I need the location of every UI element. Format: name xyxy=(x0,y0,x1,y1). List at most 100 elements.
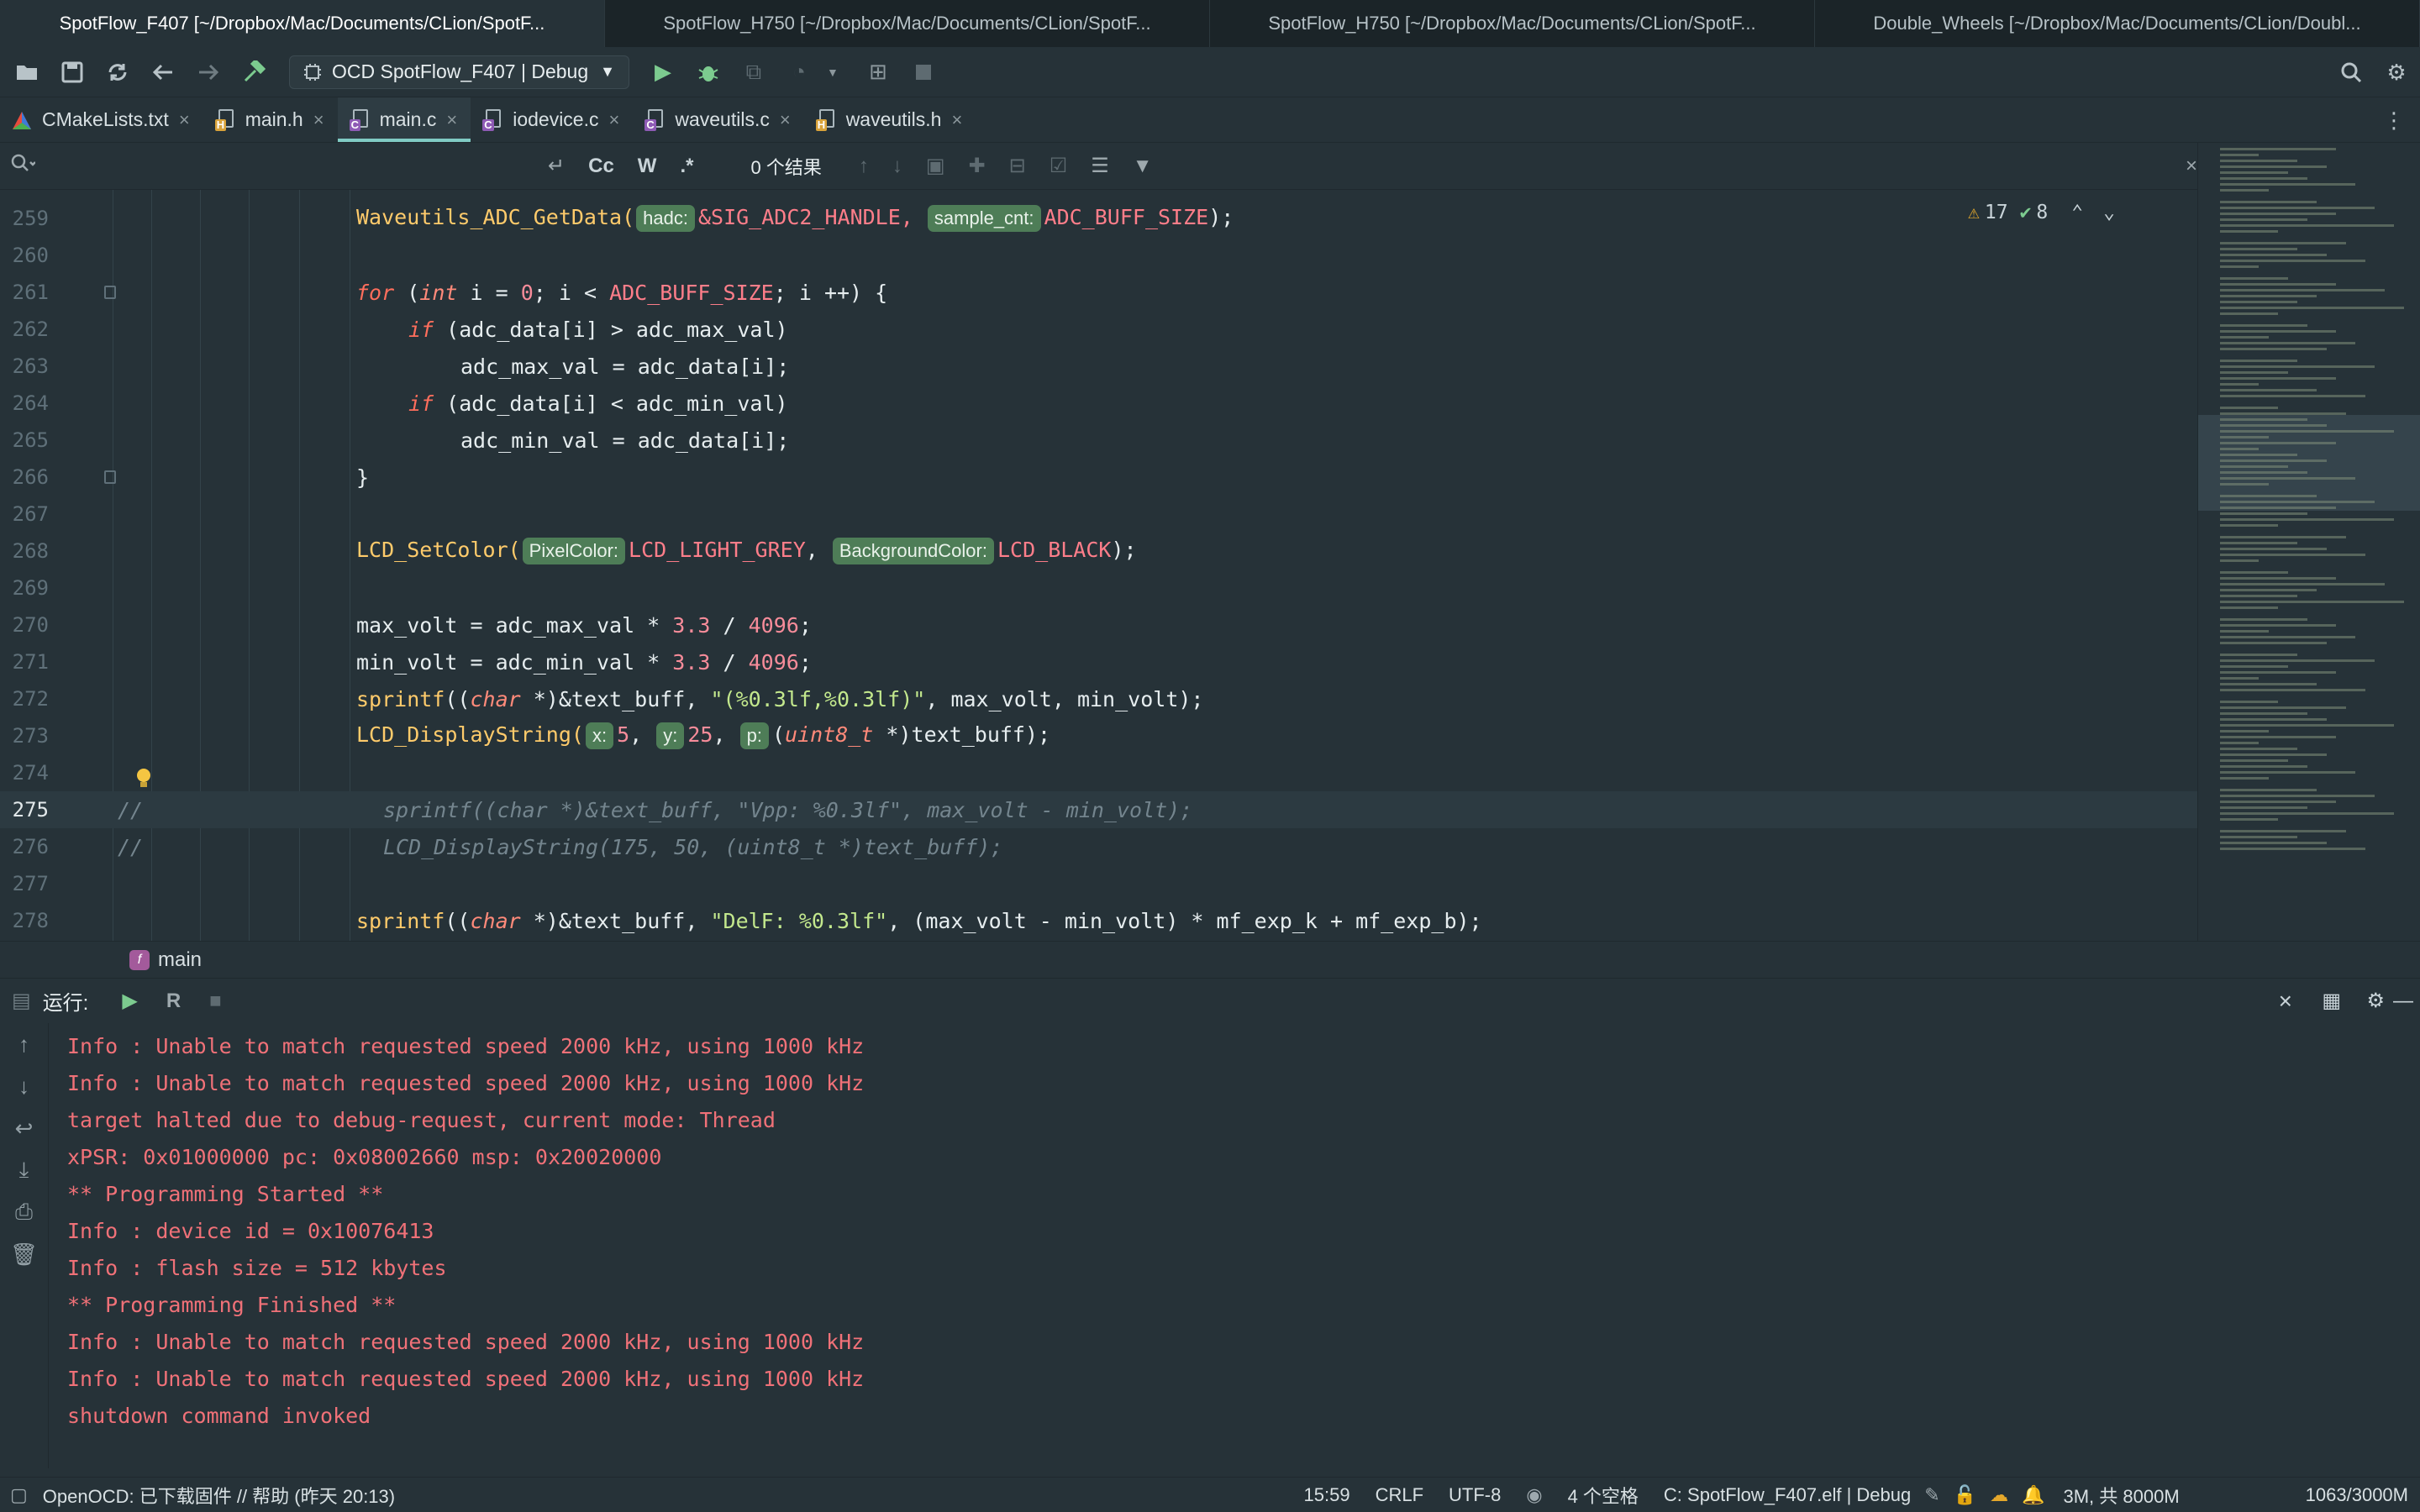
cloud-warning-icon[interactable]: ☁ xyxy=(1990,1484,2008,1506)
window-tab-3[interactable]: SpotFlow_H750 [~/Dropbox/Mac/Documents/C… xyxy=(1210,0,1815,47)
heap-indicator[interactable]: 1063/3000M xyxy=(2306,1484,2408,1506)
notification-bell-icon[interactable]: 🔔 xyxy=(2022,1484,2044,1506)
code-line[interactable]: 276 // LCD_DisplayString(175, 50, (uint8… xyxy=(0,828,2197,865)
code-line[interactable]: 272 sprintf((char *)&text_buff, "(%0.3lf… xyxy=(0,680,2197,717)
run-configuration-selector[interactable]: OCD SpotFlow_F407 | Debug ▼ xyxy=(289,55,629,89)
code-line[interactable]: 263 adc_max_val = adc_data[i]; xyxy=(0,348,2197,385)
tab-waveutils-c[interactable]: C waveutils.c × xyxy=(633,97,803,142)
save-icon[interactable] xyxy=(57,57,87,87)
close-icon[interactable]: × xyxy=(313,109,324,131)
memory-usage[interactable]: 3M, 共 8000M xyxy=(2064,1482,2180,1509)
code-line[interactable]: 269 xyxy=(0,570,2197,606)
tab-cmakelists[interactable]: CMakeLists.txt × xyxy=(0,97,203,142)
remove-occurrence-icon[interactable]: ⊟ xyxy=(1009,154,1026,178)
code-line[interactable]: 268 LCD_SetColor(PixelColor: LCD_LIGHT_GR… xyxy=(0,533,2197,570)
highlight-level-icon[interactable]: ✎ xyxy=(1924,1484,1939,1506)
inspection-widget[interactable]: ⚠ 17 ✔ 8 ⌃ ⌄ xyxy=(1968,202,2115,223)
more-tabs-icon[interactable]: ⋮ xyxy=(2383,108,2405,134)
tab-iodevice-c[interactable]: C iodevice.c × xyxy=(471,97,633,142)
tool-window-toggle-icon[interactable]: ▢ xyxy=(10,1484,28,1506)
code-line[interactable]: 266 } xyxy=(0,459,2197,496)
open-icon[interactable] xyxy=(12,57,42,87)
resolve-context[interactable]: C: SpotFlow_F407.elf | Debug xyxy=(1664,1484,1911,1506)
code-line[interactable]: 261 for (int i = 0; i < ADC_BUFF_SIZE; i… xyxy=(0,274,2197,311)
lock-icon[interactable]: 🔓 xyxy=(1954,1484,1976,1506)
close-panel-icon[interactable]: × xyxy=(2279,988,2292,1015)
match-case-toggle[interactable]: Cc xyxy=(588,155,614,178)
code-line[interactable]: 260 xyxy=(0,237,2197,274)
previous-highlight-icon[interactable]: ⌃ xyxy=(2071,202,2083,223)
next-occurrence-icon[interactable]: ↓ xyxy=(892,155,902,178)
build-icon[interactable] xyxy=(239,57,269,87)
soft-wrap-icon[interactable]: ↩ xyxy=(0,1107,48,1149)
eye-icon[interactable]: ◉ xyxy=(1526,1484,1542,1506)
whole-word-toggle[interactable]: W xyxy=(638,155,657,178)
code-line[interactable]: 265 adc_min_val = adc_data[i]; xyxy=(0,422,2197,459)
code-line[interactable]: 273 LCD_DisplayString(x: 5, y: 25, p: (uint… xyxy=(0,717,2197,754)
close-icon[interactable]: × xyxy=(608,109,619,131)
code-line[interactable]: 262 if (adc_data[i] > adc_max_val) xyxy=(0,311,2197,348)
tab-waveutils-h[interactable]: H waveutils.h × xyxy=(804,97,976,142)
add-occurrence-icon[interactable]: ✚ xyxy=(969,154,986,178)
filter-icon[interactable]: ▼ xyxy=(1133,155,1153,178)
lightbulb-icon[interactable] xyxy=(134,768,153,790)
find-input[interactable] xyxy=(44,149,548,183)
close-icon[interactable]: × xyxy=(446,109,457,131)
code-line[interactable]: 277 xyxy=(0,865,2197,902)
window-tab-1[interactable]: SpotFlow_F407 [~/Dropbox/Mac/Documents/C… xyxy=(0,0,605,47)
code-line[interactable]: 270 max_volt = adc_max_val * 3.3 / 4096; xyxy=(0,606,2197,643)
breadcrumb-item[interactable]: main xyxy=(158,948,202,972)
code-line[interactable]: 259 Waveutils_ADC_GetData(hadc: &SIG_ADC2… xyxy=(0,200,2197,237)
code-line[interactable]: 264 if (adc_data[i] < adc_min_val) xyxy=(0,385,2197,422)
indent-setting[interactable]: 4 个空格 xyxy=(1568,1482,1639,1509)
profile-icon[interactable]: ⧉ xyxy=(739,57,769,87)
down-arrow-icon[interactable]: ↓ xyxy=(0,1065,48,1107)
rerun-icon[interactable]: ▶ xyxy=(122,989,137,1013)
sync-icon[interactable] xyxy=(103,57,133,87)
more-run-options-icon[interactable]: ▼ xyxy=(818,57,848,87)
filter-options-icon[interactable]: ☰ xyxy=(1091,154,1109,178)
newline-icon[interactable]: ↵ xyxy=(548,154,565,178)
code-line-current[interactable]: 275 // sprintf((char *)&text_buff, "Vpp:… xyxy=(0,791,2197,828)
code-line[interactable]: 267 xyxy=(0,496,2197,533)
previous-occurrence-icon[interactable]: ↑ xyxy=(859,155,869,178)
caret-position[interactable]: 15:59 xyxy=(1304,1484,1350,1506)
status-message[interactable]: OpenOCD: 已下载固件 // 帮助 (昨天 20:13) xyxy=(43,1482,395,1509)
tab-main-h[interactable]: H main.h × xyxy=(203,97,338,142)
select-all-occurrences-icon[interactable]: ▣ xyxy=(926,154,945,178)
back-icon[interactable] xyxy=(148,57,178,87)
code-editor[interactable]: 259 Waveutils_ADC_GetData(hadc: &SIG_ADC2… xyxy=(0,190,2197,941)
attach-icon[interactable]: ⊞ xyxy=(863,57,893,87)
print-icon[interactable]: ⎙ xyxy=(0,1191,48,1233)
minimize-icon[interactable]: — xyxy=(2393,990,2413,1013)
scroll-to-end-icon[interactable]: ⤓ xyxy=(0,1149,48,1191)
close-icon[interactable]: × xyxy=(179,109,190,131)
layout-icon[interactable]: ▦ xyxy=(2322,989,2341,1013)
window-tab-2[interactable]: SpotFlow_H750 [~/Dropbox/Mac/Documents/C… xyxy=(605,0,1210,47)
fold-marker-icon[interactable] xyxy=(104,470,116,484)
code-line[interactable]: 278 sprintf((char *)&text_buff, "DelF: %… xyxy=(0,902,2197,939)
run-icon[interactable]: ▶ xyxy=(648,57,678,87)
line-separator[interactable]: CRLF xyxy=(1376,1484,1423,1506)
console-output[interactable]: Info : Unable to match requested speed 2… xyxy=(67,1021,2403,1467)
gear-icon[interactable]: ⚙ xyxy=(2366,989,2385,1013)
stop-icon[interactable]: ■ xyxy=(209,990,222,1013)
fold-marker-icon[interactable] xyxy=(104,286,116,299)
up-arrow-icon[interactable]: ↑ xyxy=(0,1023,48,1065)
search-icon[interactable] xyxy=(10,153,36,179)
coverage-icon[interactable]: ◔ xyxy=(784,57,814,87)
minimap[interactable] xyxy=(2197,143,2420,941)
close-icon[interactable]: × xyxy=(780,109,791,131)
search-icon[interactable] xyxy=(2336,57,2366,87)
debug-icon[interactable] xyxy=(693,57,723,87)
code-line[interactable]: 271 min_volt = adc_min_val * 3.3 / 4096; xyxy=(0,643,2197,680)
stop-icon[interactable] xyxy=(908,57,939,87)
gear-icon[interactable]: ⚙ xyxy=(2381,57,2412,87)
window-tab-4[interactable]: Double_Wheels [~/Dropbox/Mac/Documents/C… xyxy=(1815,0,2420,47)
close-icon[interactable]: × xyxy=(951,109,962,131)
code-line[interactable]: 274 xyxy=(0,754,2197,791)
forward-icon[interactable] xyxy=(193,57,224,87)
next-highlight-icon[interactable]: ⌄ xyxy=(2103,202,2115,223)
regex-toggle[interactable]: .* xyxy=(680,155,693,178)
rerun-config-icon[interactable]: R xyxy=(166,990,181,1013)
